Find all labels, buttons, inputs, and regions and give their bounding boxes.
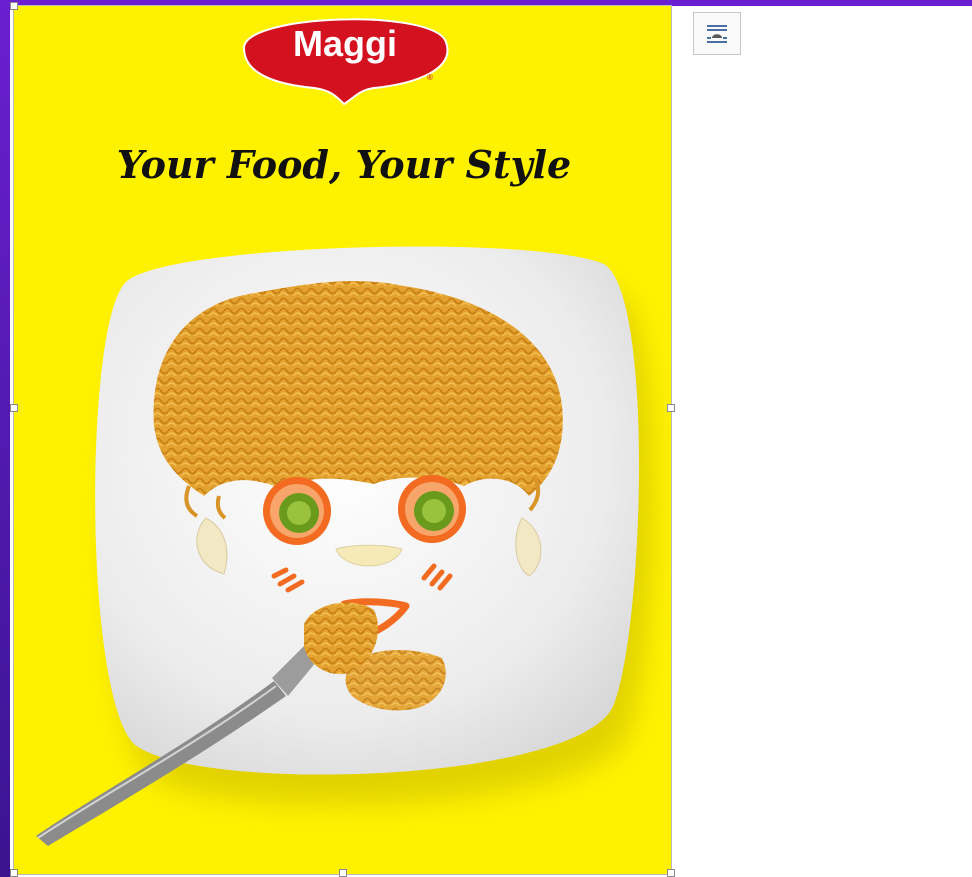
selected-picture[interactable]: Maggi ® Your Food, Your Style: [13, 5, 672, 875]
layout-options-icon: [707, 24, 727, 43]
right-eye: [398, 475, 466, 543]
resize-handle-bottom-left[interactable]: [10, 869, 18, 877]
resize-handle-top-left[interactable]: [10, 2, 18, 10]
poster-tagline: Your Food, Your Style: [117, 142, 571, 187]
left-eye: [263, 477, 331, 545]
maggi-logo: Maggi ®: [242, 18, 449, 106]
resize-handle-bottom[interactable]: [339, 869, 347, 877]
layout-options-button[interactable]: [693, 12, 741, 55]
maggi-poster: Maggi ® Your Food, Your Style: [36, 18, 653, 846]
logo-wordmark: Maggi: [293, 23, 397, 64]
resize-handle-left[interactable]: [10, 404, 18, 412]
resize-handle-bottom-right[interactable]: [667, 869, 675, 877]
window-left-border: [0, 0, 10, 877]
registered-mark: ®: [427, 73, 433, 82]
resize-handle-right[interactable]: [667, 404, 675, 412]
